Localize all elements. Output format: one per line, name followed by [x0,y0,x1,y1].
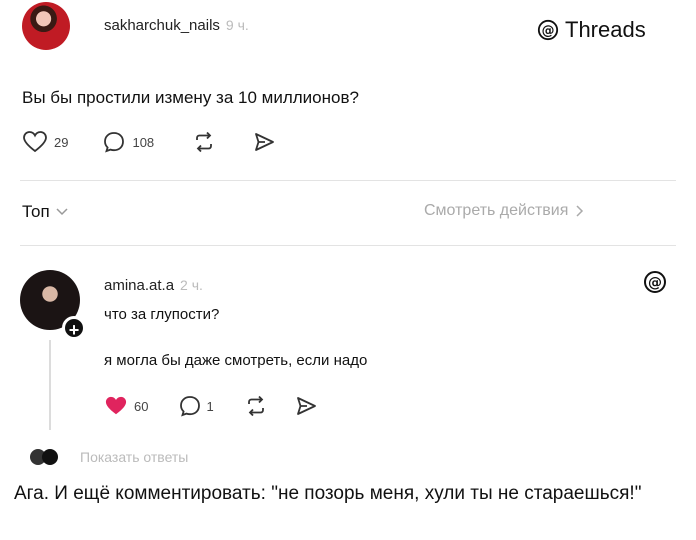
avatar[interactable] [22,2,70,50]
thread-line [49,340,51,430]
reply-subtext: я могла бы даже смотреть, если надо [104,352,368,369]
sort-dropdown[interactable]: Топ [22,202,68,222]
follow-plus-button[interactable]: + [62,316,86,340]
activity-link[interactable]: Смотреть действия [424,202,584,220]
username[interactable]: sakharchuk_nails [104,17,220,34]
post-time: 9 ч. [225,17,249,33]
share-icon[interactable] [294,394,318,418]
reply-like-count: 60 [134,398,149,414]
heart-icon[interactable] [104,395,128,417]
svg-text:@: @ [542,24,555,39]
like-count: 29 [54,134,69,150]
activity-label: Смотреть действия [424,202,569,219]
share-icon[interactable] [252,130,276,154]
threads-brand[interactable]: @ Threads [537,17,646,43]
reply-count: 108 [132,134,155,150]
reply-actions: 60 1 [104,394,318,418]
post-text: Вы бы простили измену за 10 миллионов? [22,88,359,107]
reply-reply-count: 1 [206,398,214,414]
repost-icon[interactable] [244,394,268,418]
post-header: sakharchuk_nails 9 ч. [104,17,249,35]
show-replies-row[interactable]: Показать ответы [30,449,188,465]
reply-time: 2 ч. [180,277,203,293]
post-actions: 29 108 [22,130,276,154]
avatar [42,449,58,465]
repost-icon[interactable] [192,130,216,154]
comment-icon[interactable] [178,394,202,418]
reply-text: что за глупости? [104,306,220,323]
threads-logo-icon[interactable]: @ [643,270,667,294]
caption: Ага. И ещё комментировать: "не позорь ме… [14,483,642,504]
reply-header: amina.at.a 2 ч. [104,277,203,295]
svg-text:@: @ [648,275,662,291]
sort-label: Топ [22,202,50,221]
divider [20,180,676,181]
chevron-down-icon [56,208,68,216]
comment-icon[interactable] [102,130,126,154]
chevron-right-icon [576,205,584,217]
threads-logo-icon: @ [537,19,559,41]
show-replies-link: Показать ответы [80,449,189,465]
heart-icon[interactable] [22,130,48,154]
reply-username[interactable]: amina.at.a [104,277,174,294]
divider [20,245,676,246]
brand-name: Threads [565,17,646,42]
